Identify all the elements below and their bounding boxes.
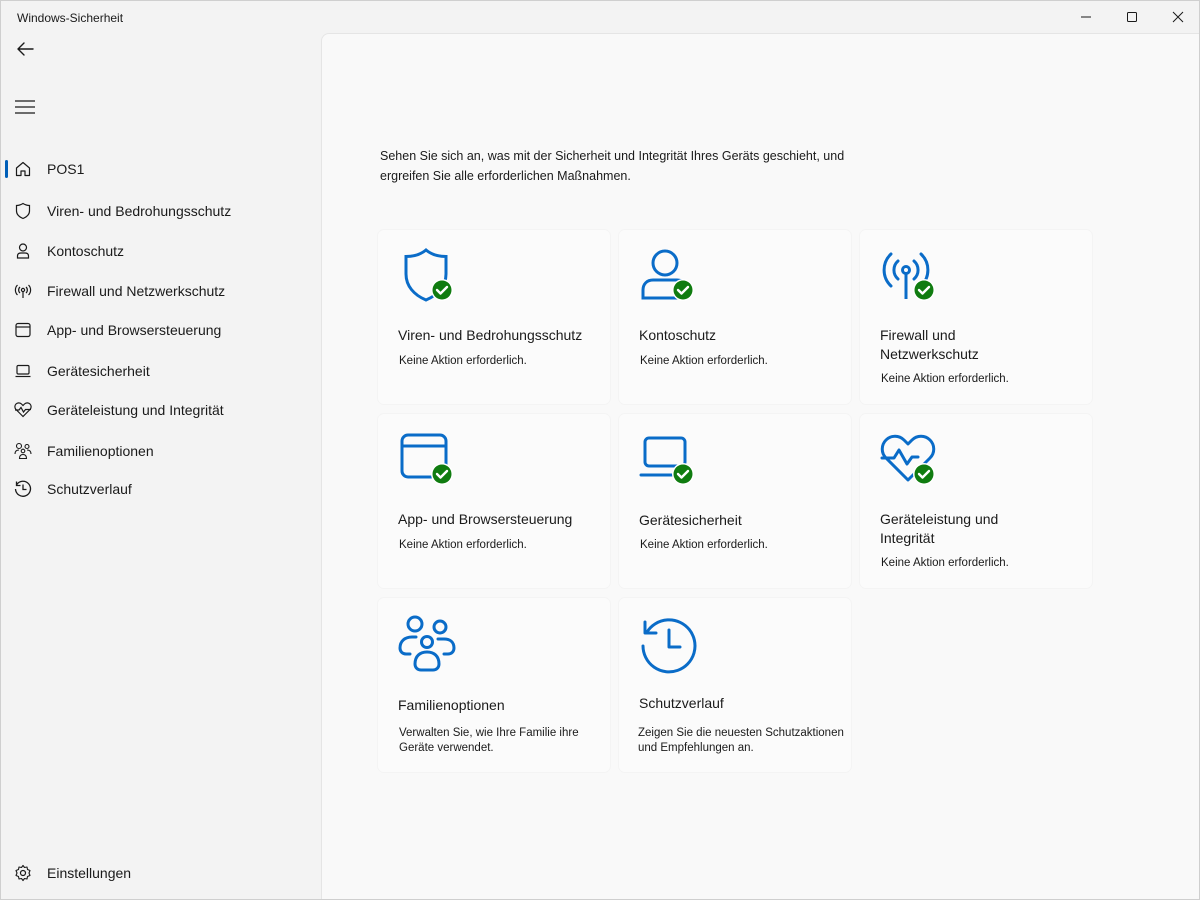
sidebar-item-label: Schutzverlauf [47,481,132,497]
card-description: Keine Aktion erforderlich. [399,355,527,367]
card-device-performance[interactable]: Geräteleistung und Integrität Keine Akti… [860,414,1092,588]
card-firewall[interactable]: Firewall und Netzwerkschutz Keine Aktion… [860,230,1092,404]
sidebar-item-firewall[interactable]: Firewall und Netzwerkschutz [5,273,315,309]
menu-button[interactable] [9,93,41,121]
close-icon [1172,11,1184,23]
card-description: Keine Aktion erforderlich. [640,539,768,551]
intro-line-2: ergreifen Sie alle erforderlichen Maßnah… [380,169,631,183]
family-icon [13,441,33,461]
home-icon [13,159,33,179]
sidebar-item-device-performance[interactable]: Geräteleistung und Integrität [5,392,315,428]
sidebar-item-virus-protection[interactable]: Viren- und Bedrohungsschutz [5,193,315,229]
sidebar-item-family-options[interactable]: Familienoptionen [5,433,315,469]
sidebar-item-device-security[interactable]: Gerätesicherheit [5,353,315,389]
selection-indicator [5,160,8,178]
maximize-button[interactable] [1109,1,1155,33]
sidebar-item-app-browser[interactable]: App- und Browsersteuerung [5,312,315,348]
person-icon [13,241,33,261]
family-icon [398,615,456,672]
history-icon [641,618,697,674]
card-title: Kontoschutz [639,327,717,343]
sidebar-item-label: App- und Browsersteuerung [47,322,222,338]
card-description: Verwalten Sie, wie Ihre Familie ihre Ger… [399,727,579,754]
card-description: Keine Aktion erforderlich. [881,373,1009,385]
card-protection-history[interactable]: Schutzverlauf Zeigen Sie die neuesten Sc… [619,598,851,772]
shield-icon [13,201,33,221]
card-description: Keine Aktion erforderlich. [881,557,1009,569]
app-window: Windows-Sicherheit POS1 Viren- und Bedro… [0,0,1200,900]
sidebar-item-settings[interactable]: Einstellungen [5,855,315,891]
card-app-browser[interactable]: App- und Browsersteuerung Keine Aktion e… [378,414,610,588]
maximize-icon [1127,12,1137,22]
window-title: Windows-Sicherheit [17,11,124,25]
sidebar-item-protection-history[interactable]: Schutzverlauf [5,471,315,507]
main-content: Sehen Sie sich an, was mit der Sicherhei… [321,33,1199,899]
sidebar-item-home[interactable]: POS1 [5,151,315,187]
laptop-icon [13,361,33,381]
close-button[interactable] [1155,1,1200,33]
shield-check-icon [404,248,453,302]
arrow-left-icon [17,42,34,56]
intro-text: Sehen Sie sich an, was mit der Sicherhei… [380,146,880,186]
sidebar-item-label: POS1 [47,161,85,177]
card-title: Gerätesicherheit [639,512,742,528]
sidebar-item-label: Firewall und Netzwerkschutz [47,283,226,299]
browser-check-icon [400,433,453,485]
card-family-options[interactable]: Familienoptionen Verwalten Sie, wie Ihre… [378,598,610,772]
back-button[interactable] [9,35,41,63]
antenna-icon [13,281,33,301]
sidebar-item-label: Geräteleistung und Integrität [47,402,224,418]
card-virus-protection[interactable]: Viren- und Bedrohungsschutz Keine Aktion… [378,230,610,404]
intro-line-1: Sehen Sie sich an, was mit der Sicherhei… [380,149,845,163]
browser-window-icon [13,320,33,340]
sidebar-item-label: Familienoptionen [47,443,154,459]
minimize-icon [1081,16,1091,18]
heart-check-icon [880,434,936,485]
card-description: Keine Aktion erforderlich. [640,355,768,367]
sidebar-item-label: Einstellungen [47,865,132,881]
person-check-icon [641,249,694,301]
card-device-security[interactable]: Gerätesicherheit Keine Aktion erforderli… [619,414,851,588]
card-title: Schutzverlauf [639,695,724,711]
sidebar-item-label: Kontoschutz [47,243,125,259]
card-description: Keine Aktion erforderlich. [399,539,527,551]
card-title: Familienoptionen [398,697,505,713]
card-title: Geräteleistung und Integrität [880,511,999,546]
card-description: Zeigen Sie die neuesten Schutzaktionen u… [638,727,844,754]
laptop-check-icon [639,436,694,485]
hamburger-icon [15,100,35,114]
minimize-button[interactable] [1063,1,1109,33]
card-account-protection[interactable]: Kontoschutz Keine Aktion erforderlich. [619,230,851,404]
card-title: Viren- und Bedrohungsschutz [398,327,583,343]
sidebar-item-account-protection[interactable]: Kontoschutz [5,233,315,269]
heart-pulse-icon [13,400,33,420]
antenna-check-icon [882,252,935,301]
sidebar-item-label: Viren- und Bedrohungsschutz [47,203,232,219]
title-bar: Windows-Sicherheit [1,1,1200,33]
card-title: App- und Browsersteuerung [398,511,573,527]
history-icon [13,479,33,499]
gear-icon [13,863,33,883]
card-title: Firewall und Netzwerkschutz [880,327,979,362]
sidebar-item-label: Gerätesicherheit [47,363,150,379]
